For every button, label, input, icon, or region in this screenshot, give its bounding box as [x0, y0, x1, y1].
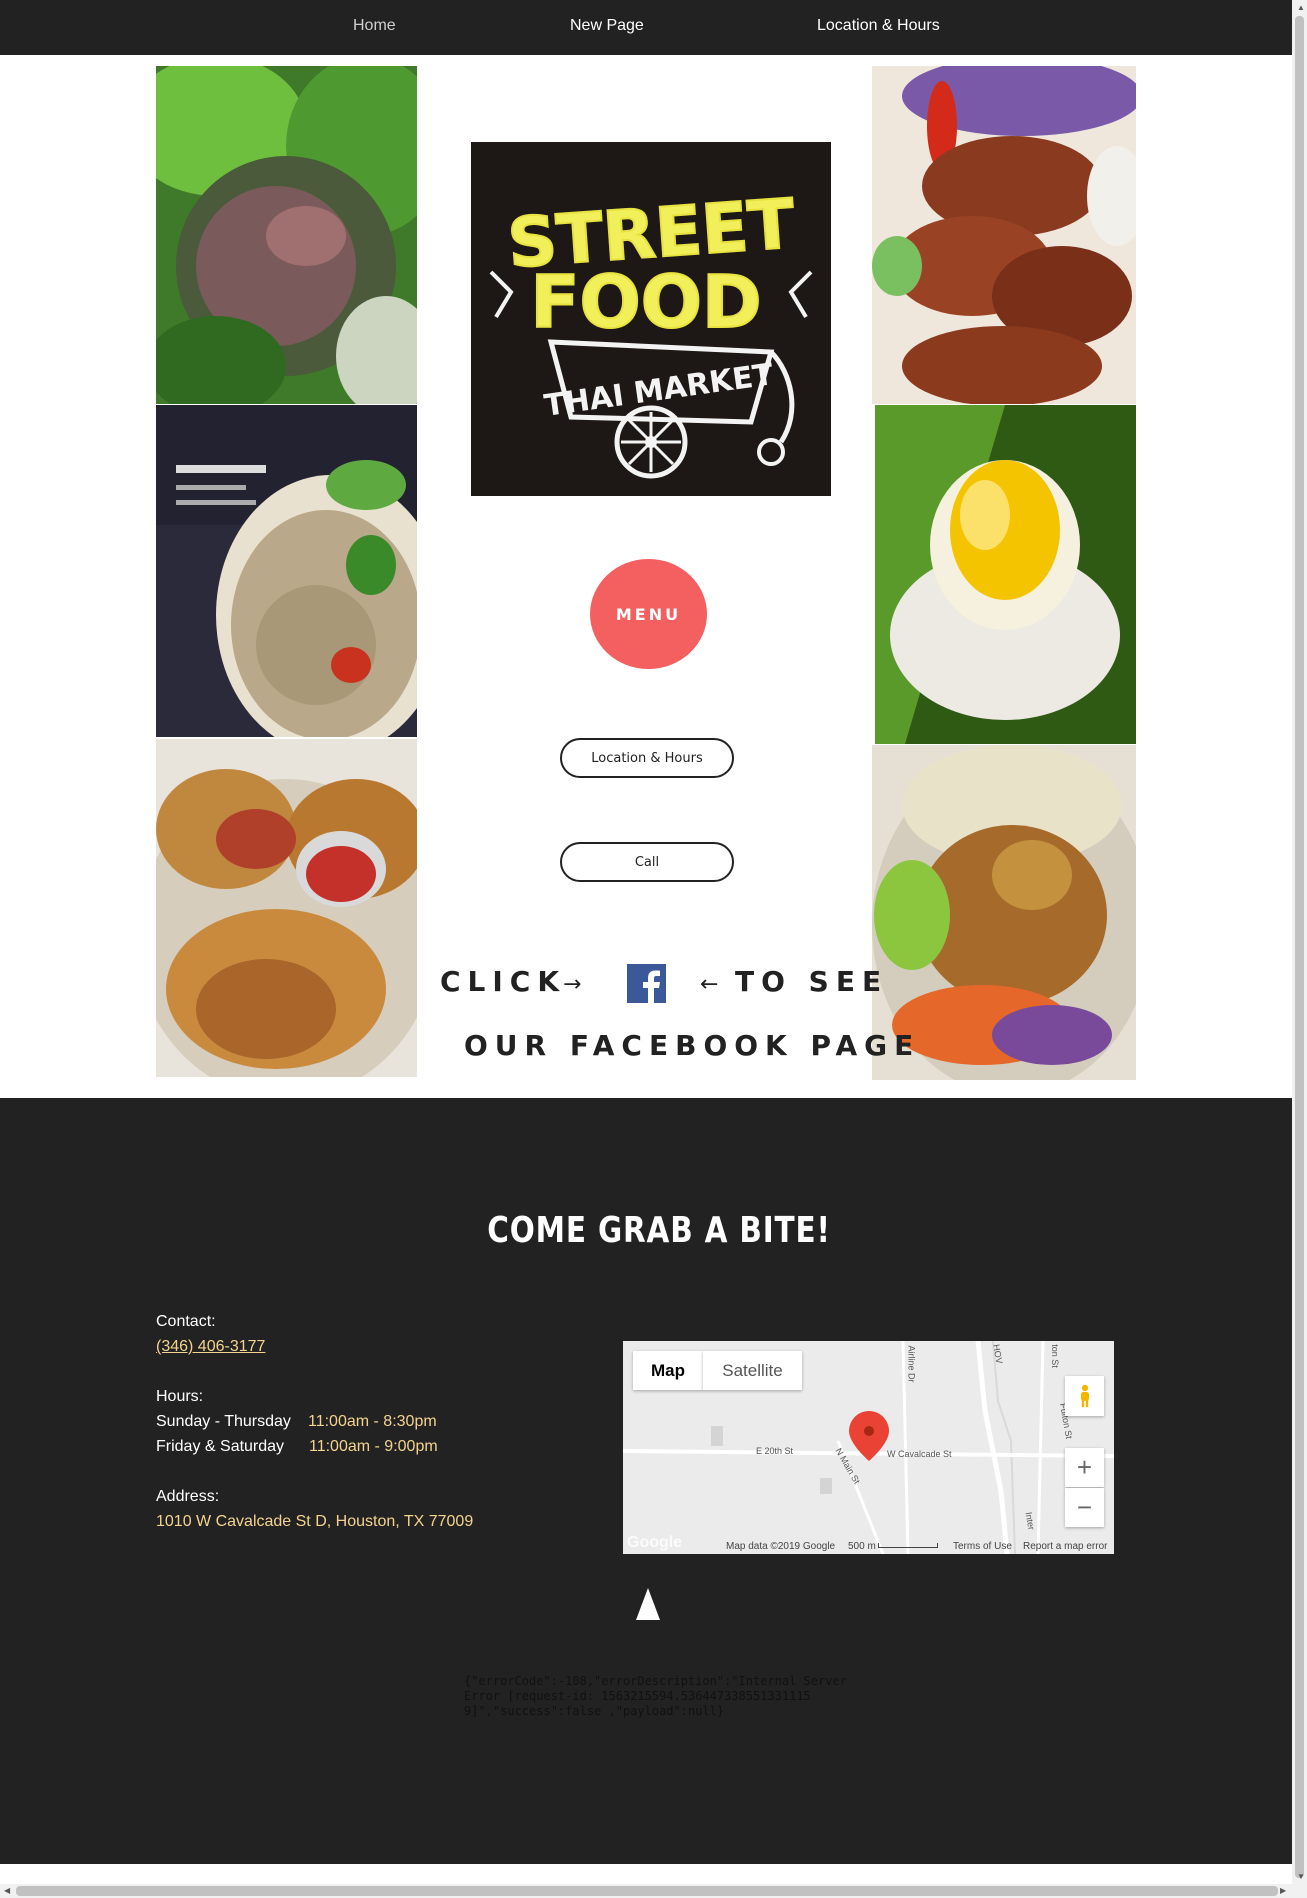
beef-salad-photo [156, 66, 417, 404]
map-terms-link[interactable]: Terms of Use [953, 1541, 1012, 1552]
map-tab-satellite[interactable]: Satellite [703, 1351, 802, 1390]
zoom-in-icon[interactable]: + [1065, 1448, 1104, 1487]
map-tab-map[interactable]: Map [633, 1351, 703, 1390]
road-label-e20th: E 20th St [756, 1446, 794, 1456]
to-see-text: TO SEE [735, 965, 889, 998]
road-label-ton: ton St [1049, 1344, 1060, 1368]
road-label-cavalcade: W Cavalcade St [887, 1449, 952, 1459]
address-label: Address: [156, 1488, 220, 1505]
call-button[interactable]: Call [560, 842, 734, 882]
nav-item-location-hours[interactable]: Location & Hours [817, 17, 940, 35]
nav-item-home[interactable]: Home [353, 17, 396, 35]
chicken-wings-photo [156, 739, 417, 1077]
hours-days-2: Friday & Saturday [156, 1438, 285, 1455]
hours-days-1: Sunday - Thursday [156, 1413, 291, 1430]
pegman-icon[interactable] [1065, 1376, 1104, 1416]
thai-sausage-photo [872, 66, 1136, 404]
facebook-page-text: OUR FACEBOOK PAGE [464, 1029, 921, 1062]
arrow-right-icon: → [563, 972, 582, 997]
facebook-icon[interactable] [627, 964, 666, 1003]
menu-button[interactable]: MENU [590, 559, 707, 669]
horizontal-scroll-thumb[interactable] [16, 1886, 1278, 1896]
contact-label: Contact: [156, 1313, 216, 1330]
address-text: 1010 W Cavalcade St D, Houston, TX 77009 [156, 1513, 474, 1530]
click-text: CLICK [440, 965, 567, 998]
location-hours-button[interactable]: Location & Hours [560, 738, 734, 778]
nav-item-new-page[interactable]: New Page [570, 17, 644, 35]
map-report-link[interactable]: Report a map error [1023, 1541, 1107, 1552]
phone-link[interactable]: (346) 406-3177 [156, 1338, 265, 1356]
map-scale-bar [878, 1543, 938, 1548]
top-nav: Home New Page Location & Hours [0, 0, 1292, 55]
error-message: {"errorCode":-108,"errorDescription":"In… [464, 1674, 847, 1718]
mango-sticky-rice-photo [875, 405, 1136, 744]
hours-label: Hours: [156, 1388, 204, 1405]
arrow-left-icon: ← [700, 972, 719, 997]
scroll-left-icon[interactable]: ◀ [4, 1886, 10, 1895]
vertical-scroll-thumb[interactable] [1295, 16, 1304, 1878]
footer: COME GRAB A BITE! Contact: (346) 406-317… [0, 1098, 1292, 1864]
zoom-out-icon[interactable]: − [1065, 1488, 1104, 1527]
google-map[interactable]: E 20th St W Cavalcade St N Main St Airli… [623, 1341, 1114, 1554]
back-to-top-icon[interactable] [636, 1588, 660, 1620]
street-food-logo: STREET FOOD THAI MARKET [471, 142, 831, 496]
footer-title: COME GRAB A BITE! [487, 1210, 831, 1251]
logo-text-food: FOOD [530, 260, 761, 344]
page: Home New Page Location & Hours STREET FO… [0, 0, 1307, 1898]
scroll-up-icon[interactable]: ▲ [1297, 3, 1305, 12]
map-scale: 500 m [848, 1541, 876, 1552]
google-logo: Google [627, 1534, 683, 1551]
map-attribution: Map data ©2019 Google [726, 1541, 836, 1552]
scroll-down-icon[interactable]: ▼ [1297, 1872, 1305, 1881]
hours-time-2: 11:00am - 9:00pm [309, 1438, 438, 1455]
scroll-right-icon[interactable]: ▶ [1280, 1886, 1286, 1895]
hours-time-1: 11:00am - 8:30pm [308, 1413, 437, 1430]
road-label-airline: Airline Dr [906, 1345, 917, 1383]
fried-rice-photo [156, 405, 417, 737]
